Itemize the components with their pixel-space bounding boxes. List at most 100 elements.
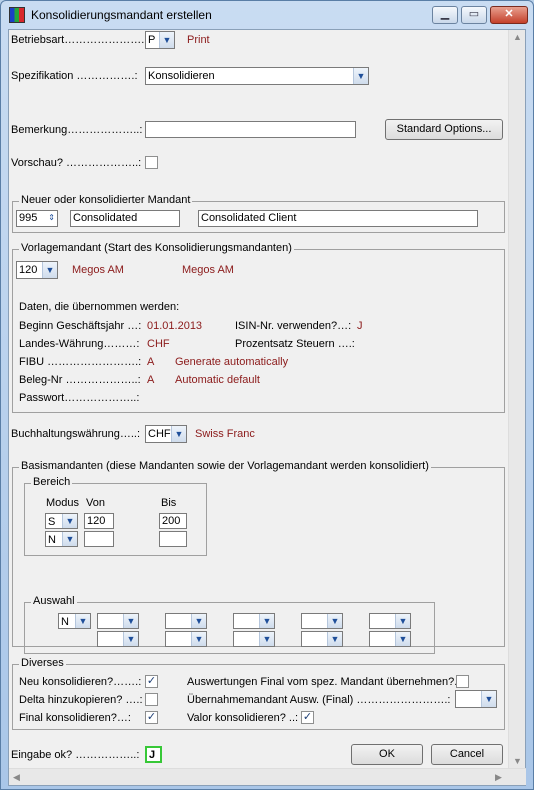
valor-label: Valor konsolidieren? ..: bbox=[187, 712, 299, 724]
scroll-down-icon[interactable]: ▼ bbox=[513, 756, 522, 766]
auswahl-select[interactable]: ▼ bbox=[97, 613, 139, 629]
buchhaltung-label: Buchhaltungswährung…..: bbox=[11, 428, 141, 440]
neu-konsolidieren-label: Neu konsolidieren?…….: bbox=[19, 676, 142, 688]
bereich-row1-modus-select[interactable]: S ▼ bbox=[45, 513, 78, 529]
vorschau-checkbox[interactable] bbox=[145, 156, 158, 169]
landes-label: Landes-Währung………: bbox=[19, 338, 140, 350]
betriebsart-select[interactable]: P ▼ bbox=[145, 31, 175, 49]
bereich-row1-bis-input[interactable]: 200 bbox=[159, 513, 187, 529]
beleg-value: A bbox=[147, 374, 155, 386]
chevron-down-icon: ▼ bbox=[75, 614, 90, 628]
final-konsolidieren-checkbox[interactable]: ✓ bbox=[145, 711, 158, 724]
chevron-down-icon: ▼ bbox=[353, 68, 368, 84]
final-konsolidieren-label: Final konsolidieren?…: bbox=[19, 712, 131, 724]
close-button[interactable]: ✕ bbox=[490, 6, 528, 24]
prozentsatz-label: Prozentsatz Steuern ….: bbox=[235, 338, 355, 350]
eingabe-input[interactable]: J bbox=[145, 746, 162, 763]
chevron-down-icon: ▼ bbox=[327, 632, 342, 646]
bereich-row2-von-input[interactable] bbox=[84, 531, 114, 547]
minimize-button[interactable]: ▁ bbox=[432, 6, 458, 24]
mandant-short-name-input[interactable]: Consolidated bbox=[70, 210, 180, 227]
basismandanten-group: Basismandanten (diese Mandanten sowie de… bbox=[12, 460, 505, 654]
auswahl-select[interactable]: ▼ bbox=[301, 631, 343, 647]
delta-checkbox[interactable] bbox=[145, 693, 158, 706]
bereich-row1-modus-value: S bbox=[48, 516, 56, 528]
basismandanten-legend: Basismandanten (diese Mandanten sowie de… bbox=[19, 460, 431, 472]
vorlage-number-select[interactable]: 120 ▼ bbox=[16, 261, 58, 279]
uebernahme-select[interactable]: ▼ bbox=[455, 690, 497, 708]
mandant-number-spinner[interactable]: 995 ⇕ bbox=[16, 210, 58, 227]
neu-konsolidieren-checkbox[interactable]: ✓ bbox=[145, 675, 158, 688]
dialog-client-area: ▲ ▼ ◀ ▶ Betriebsart………………….: P ▼ Print S… bbox=[8, 29, 526, 786]
von-header: Von bbox=[86, 497, 105, 509]
auswahl-select[interactable]: ▼ bbox=[369, 613, 411, 629]
auswahl-select[interactable]: ▼ bbox=[97, 631, 139, 647]
chevron-down-icon: ▼ bbox=[327, 614, 342, 628]
bereich-row2-bis-input[interactable] bbox=[159, 531, 187, 547]
spezifikation-label: Spezifikation …………….: bbox=[11, 70, 138, 82]
daten-label: Daten, die übernommen werden: bbox=[19, 301, 180, 313]
spezifikation-select[interactable]: Konsolidieren ▼ bbox=[145, 67, 369, 85]
auswertungen-checkbox[interactable] bbox=[456, 675, 469, 688]
chevron-down-icon: ▼ bbox=[159, 32, 174, 48]
chevron-down-icon: ▼ bbox=[123, 632, 138, 646]
bereich-row2-modus-select[interactable]: N ▼ bbox=[45, 531, 78, 547]
auswahl-select[interactable]: ▼ bbox=[369, 631, 411, 647]
dialog-window: Konsolidierungsmandant erstellen ▁ ▭ ✕ ▲… bbox=[0, 0, 534, 790]
valor-checkbox[interactable]: ✓ bbox=[301, 711, 314, 724]
mandant-long-name-input[interactable]: Consolidated Client bbox=[198, 210, 478, 227]
passwort-label: Passwort………………..: bbox=[19, 392, 140, 404]
chevron-down-icon: ▼ bbox=[395, 614, 410, 628]
app-icon bbox=[9, 7, 25, 23]
beleg-label: Beleg-Nr ………………..: bbox=[19, 374, 141, 386]
spinner-icon[interactable]: ⇕ bbox=[48, 211, 55, 224]
chevron-down-icon: ▼ bbox=[259, 632, 274, 646]
fibu-value: A bbox=[147, 356, 155, 368]
chevron-down-icon: ▼ bbox=[123, 614, 138, 628]
fibu-label: FIBU …………………….: bbox=[19, 356, 142, 368]
vorlage-name1: Megos AM bbox=[72, 264, 124, 276]
delta-label: Delta hinzukopieren? ….: bbox=[19, 694, 143, 706]
auswahl-select[interactable]: ▼ bbox=[165, 613, 207, 629]
scroll-up-icon[interactable]: ▲ bbox=[513, 32, 522, 42]
bereich-row1-von-input[interactable]: 120 bbox=[84, 513, 114, 529]
vorschau-label: Vorschau? ………………..: bbox=[11, 157, 142, 169]
chevron-down-icon: ▼ bbox=[259, 614, 274, 628]
vorlage-number-value: 120 bbox=[19, 264, 38, 276]
bereich-row2-modus-value: N bbox=[48, 534, 56, 546]
bemerkung-label: Bemerkung………………..: bbox=[11, 124, 143, 136]
maximize-button[interactable]: ▭ bbox=[461, 6, 487, 24]
chevron-down-icon: ▼ bbox=[42, 262, 57, 278]
neuer-mandant-group: Neuer oder konsolidierter Mandant 995 ⇕ … bbox=[12, 194, 505, 233]
mandant-number-value: 995 bbox=[19, 212, 38, 224]
auswahl-group: Auswahl N ▼ ▼ ▼ ▼ ▼ ▼ ▼ ▼ ▼ ▼ ▼ bbox=[24, 595, 435, 654]
auswahl-first-value: N bbox=[61, 616, 69, 628]
window-title: Konsolidierungsmandant erstellen bbox=[31, 8, 212, 22]
scroll-left-icon[interactable]: ◀ bbox=[13, 772, 20, 783]
vorlagemandant-group: Vorlagemandant (Start des Konsolidierung… bbox=[12, 242, 505, 413]
horizontal-scrollbar[interactable]: ◀ ▶ bbox=[9, 768, 526, 785]
chevron-down-icon: ▼ bbox=[171, 426, 186, 442]
chevron-down-icon: ▼ bbox=[395, 632, 410, 646]
bis-header: Bis bbox=[161, 497, 177, 509]
vorlagemandant-legend: Vorlagemandant (Start des Konsolidierung… bbox=[19, 242, 294, 254]
betriebsart-value: P bbox=[148, 34, 156, 46]
auswahl-select[interactable]: N ▼ bbox=[58, 613, 91, 629]
scroll-right-icon[interactable]: ▶ bbox=[495, 772, 502, 783]
buchhaltung-select[interactable]: CHF ▼ bbox=[145, 425, 187, 443]
auswahl-select[interactable]: ▼ bbox=[165, 631, 207, 647]
bemerkung-input[interactable] bbox=[145, 121, 356, 138]
standard-options-button[interactable]: Standard Options... bbox=[385, 119, 503, 140]
ok-button[interactable]: OK bbox=[351, 744, 423, 765]
isin-value: J bbox=[357, 320, 363, 332]
auswahl-select[interactable]: ▼ bbox=[233, 613, 275, 629]
modus-header: Modus bbox=[46, 497, 80, 509]
vertical-scrollbar[interactable]: ▲ ▼ bbox=[508, 30, 525, 770]
buchhaltung-text: Swiss Franc bbox=[195, 428, 255, 440]
chevron-down-icon: ▼ bbox=[191, 632, 206, 646]
auswahl-select[interactable]: ▼ bbox=[301, 613, 343, 629]
neuer-mandant-legend: Neuer oder konsolidierter Mandant bbox=[19, 194, 193, 206]
cancel-button[interactable]: Cancel bbox=[431, 744, 503, 765]
auswahl-select[interactable]: ▼ bbox=[233, 631, 275, 647]
bereich-group: Bereich Modus Von Bis S ▼ 120 200 N ▼ bbox=[24, 476, 207, 556]
